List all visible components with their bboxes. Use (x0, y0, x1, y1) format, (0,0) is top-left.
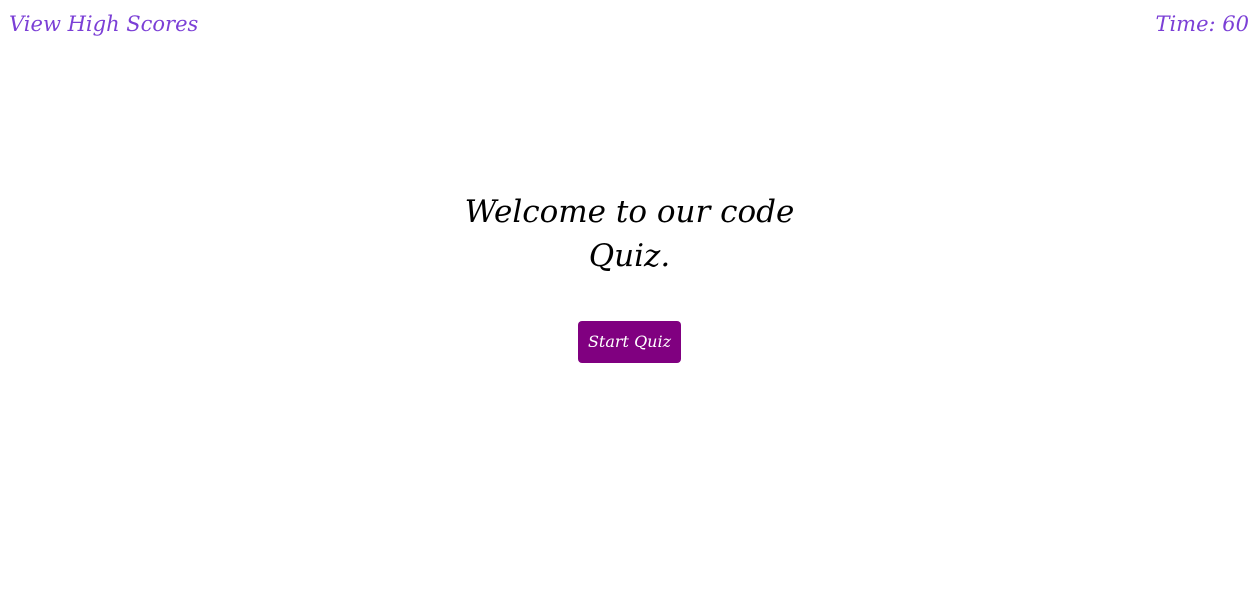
view-high-scores-link[interactable]: View High Scores (9, 9, 198, 39)
welcome-title: Welcome to our code Quiz. (464, 194, 795, 274)
header-bar: View High Scores Time: 60 (0, 0, 1259, 50)
timer-display: Time: 60 (1155, 12, 1249, 36)
quiz-start-panel: Welcome to our code Quiz. Start Quiz (0, 190, 1259, 363)
start-quiz-button[interactable]: Start Quiz (577, 321, 682, 363)
